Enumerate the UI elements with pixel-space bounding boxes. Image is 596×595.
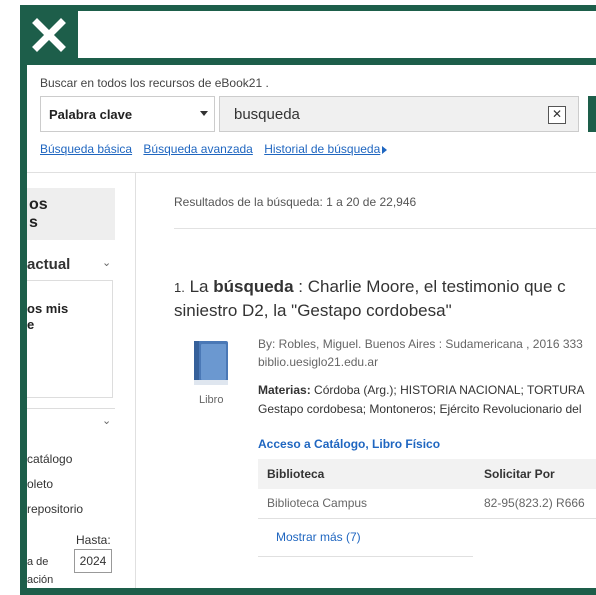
show-more-divider — [258, 556, 473, 557]
triangle-right-icon — [382, 145, 388, 154]
result-byline-2: biblio.uesiglo21.edu.ar — [258, 355, 379, 369]
left-green-border — [20, 5, 27, 595]
cell-library: Biblioteca Campus — [267, 496, 368, 510]
basic-search-link[interactable]: Búsqueda básica — [40, 142, 132, 156]
caret-down-icon — [200, 111, 208, 116]
sidebar-separator — [27, 408, 115, 409]
search-button-edge[interactable] — [588, 96, 596, 132]
cell-callnumber: 82-95(823.2) R666 — [484, 496, 585, 510]
result-title-pre: La — [189, 277, 209, 296]
top-green-border — [20, 5, 596, 11]
result-title[interactable]: 1. La búsqueda : Charlie Moore, el testi… — [174, 275, 596, 322]
close-x-logo-icon[interactable] — [20, 5, 78, 65]
year-to-label: Hasta: — [76, 533, 111, 547]
result-byline: By: Robles, Miguel. Buenos Aires : Sudam… — [258, 335, 583, 371]
sidebar-refine-box[interactable]: os s — [27, 188, 115, 240]
result-subjects: Materias: Córdoba (Arg.); HISTORIA NACIO… — [258, 381, 585, 419]
search-history-link[interactable]: Historial de búsqueda — [264, 142, 388, 156]
search-input[interactable]: busqueda — [219, 96, 579, 132]
header-green-border — [20, 58, 596, 65]
header-divider — [27, 172, 596, 173]
sidebar-current-box: os mis e — [27, 280, 113, 398]
search-input-value: busqueda — [234, 105, 300, 123]
sidebar-divider — [135, 172, 136, 588]
advanced-search-link[interactable]: Búsqueda avanzada — [143, 142, 252, 156]
bottom-green-border — [20, 588, 596, 595]
search-history-label: Historial de búsqueda — [264, 142, 381, 156]
result-title-line2: siniestro D2, la "Gestapo cordobesa" — [174, 301, 452, 320]
sidebar-date-label-1: a de — [27, 556, 49, 568]
format-label: Libro — [199, 394, 224, 406]
sidebar-current-heading[interactable]: actual — [27, 256, 70, 273]
result-byline-1: By: Robles, Miguel. Buenos Aires : Sudam… — [258, 337, 583, 351]
results-count: Resultados de la búsqueda: 1 a 20 de 22,… — [174, 195, 417, 209]
result-title-highlight: búsqueda — [213, 277, 294, 296]
chevron-down-icon[interactable]: ⌄ — [102, 256, 111, 269]
clear-search-button[interactable]: ✕ — [548, 106, 566, 124]
sidebar-item-repositorio[interactable]: repositorio — [27, 502, 83, 516]
subjects-line1: Córdoba (Arg.); HISTORIA NACIONAL; TORTU… — [314, 383, 585, 397]
access-catalog-link[interactable]: Acceso a Catálogo, Libro Físico — [258, 437, 440, 451]
column-header-library: Biblioteca — [267, 467, 325, 481]
sidebar-date-label-2: ación — [27, 574, 54, 586]
results-divider — [174, 228, 596, 229]
year-to-input[interactable]: 2024 — [74, 549, 112, 573]
search-links: Búsqueda básica Búsqueda avanzada Histor… — [40, 142, 395, 156]
chevron-down-icon[interactable]: ⌄ — [102, 414, 111, 427]
sidebar-refine-label: os s — [29, 196, 48, 231]
show-more-link[interactable]: Mostrar más (7) — [276, 530, 361, 544]
sidebar-current-label: os mis e — [27, 301, 69, 332]
result-title-post: : Charlie Moore, el testimonio que c — [298, 277, 566, 296]
column-header-callnumber: Solicitar Por — [484, 467, 555, 481]
result-number: 1. — [174, 280, 185, 295]
sidebar-item-catalogo[interactable]: catálogo — [27, 452, 72, 466]
subjects-line2: Gestapo cordobesa; Montoneros; Ejército … — [258, 402, 582, 416]
select-value: Palabra clave — [49, 106, 133, 122]
subjects-label: Materias: — [258, 383, 311, 397]
sidebar-item-completo[interactable]: oleto — [27, 477, 53, 491]
search-field-select[interactable]: Palabra clave — [40, 96, 215, 132]
book-icon[interactable] — [192, 340, 230, 386]
search-hint: Buscar en todos los recursos de eBook21 … — [40, 76, 269, 90]
table-row-divider — [258, 518, 596, 519]
